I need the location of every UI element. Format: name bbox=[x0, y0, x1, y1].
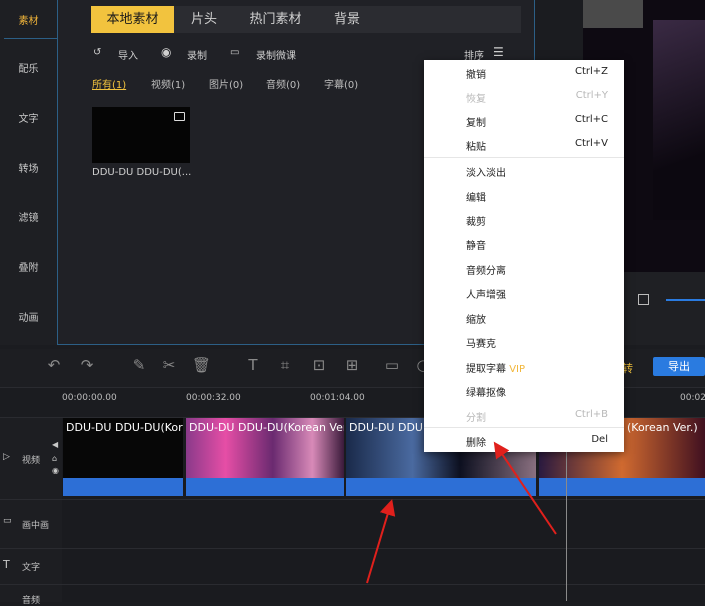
arrow-to-clip bbox=[366, 499, 396, 584]
annotation-arrows bbox=[366, 441, 557, 584]
arrow-to-delete bbox=[493, 441, 557, 535]
